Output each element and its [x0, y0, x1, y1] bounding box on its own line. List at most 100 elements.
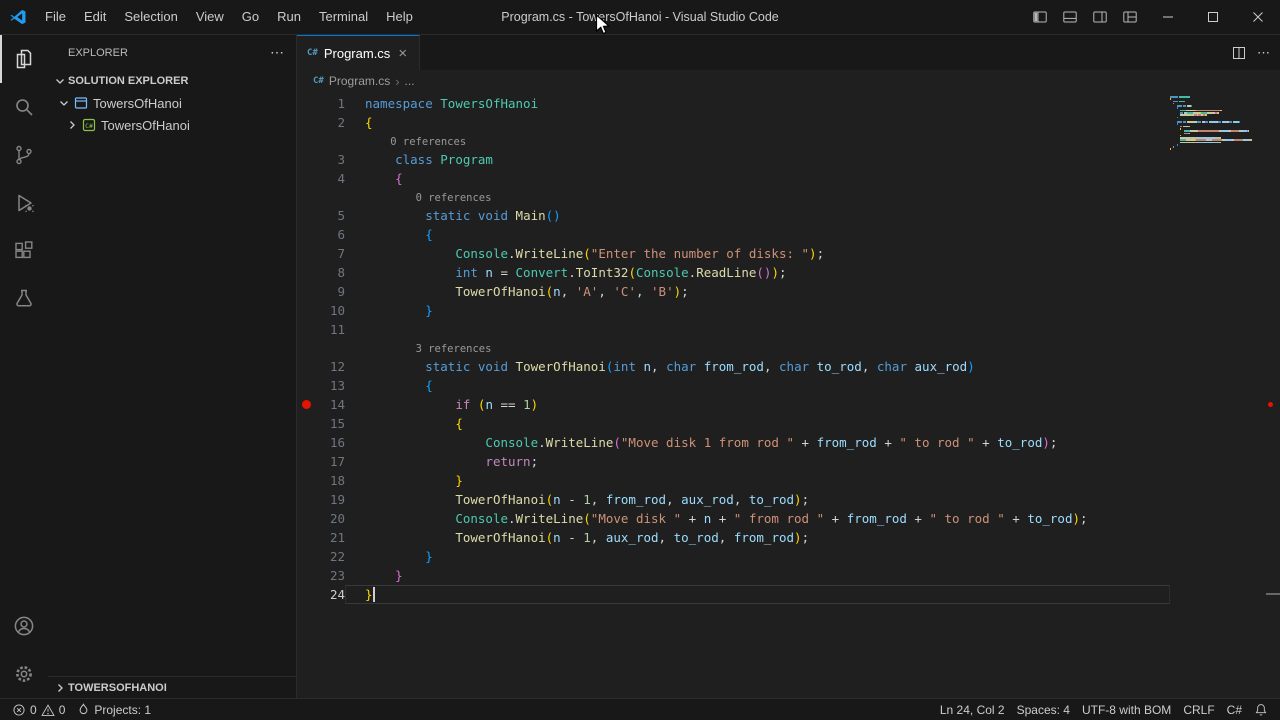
code-line-9[interactable]: 9 TowerOfHanoi(n, 'A', 'C', 'B');: [297, 282, 1170, 301]
code-line-6[interactable]: 6 {: [297, 225, 1170, 244]
code-line-20[interactable]: 20 Console.WriteLine("Move disk " + n + …: [297, 509, 1170, 528]
glyph-margin[interactable]: [297, 263, 315, 282]
toggle-secondary-sidebar-icon[interactable]: [1085, 5, 1115, 29]
menu-terminal[interactable]: Terminal: [310, 0, 377, 34]
toggle-panel-icon[interactable]: [1055, 5, 1085, 29]
code-line-2[interactable]: 2{: [297, 113, 1170, 132]
code-line-5[interactable]: 5 static void Main(): [297, 206, 1170, 225]
code-line-4[interactable]: 4 {: [297, 169, 1170, 188]
code-line-1[interactable]: 1namespace TowersOfHanoi: [297, 94, 1170, 113]
explorer-title: EXPLORER: [68, 47, 128, 59]
close-tab-icon[interactable]: ×: [396, 45, 409, 62]
menu-help[interactable]: Help: [377, 0, 422, 34]
glyph-margin[interactable]: [297, 585, 315, 604]
glyph-margin[interactable]: [297, 244, 315, 263]
breakpoint-icon[interactable]: [297, 395, 315, 414]
breadcrumb-symbol[interactable]: ...: [405, 74, 415, 88]
minimap[interactable]: [1170, 96, 1266, 698]
overview-ruler[interactable]: [1266, 92, 1280, 698]
breadcrumb-file[interactable]: Program.cs: [329, 74, 390, 88]
glyph-margin[interactable]: [297, 301, 315, 320]
maximize-button[interactable]: [1190, 0, 1235, 35]
cursor-position-status[interactable]: Ln 24, Col 2: [934, 699, 1011, 720]
activitybar-source-control-icon[interactable]: [0, 131, 48, 179]
menu-selection[interactable]: Selection: [115, 0, 186, 34]
glyph-margin[interactable]: [297, 150, 315, 169]
glyph-margin[interactable]: [297, 528, 315, 547]
code-line-24[interactable]: 24}: [297, 585, 1170, 604]
activitybar-search-icon[interactable]: [0, 83, 48, 131]
activitybar-settings-icon[interactable]: [0, 650, 48, 698]
code-line-19[interactable]: 19 TowerOfHanoi(n - 1, from_rod, aux_rod…: [297, 490, 1170, 509]
section-towersofhanoi[interactable]: TOWERSOFHANOI: [48, 676, 296, 698]
codelens-references[interactable]: 3 references: [297, 339, 1170, 357]
code-line-10[interactable]: 10 }: [297, 301, 1170, 320]
menu-view[interactable]: View: [187, 0, 233, 34]
encoding-status[interactable]: UTF-8 with BOM: [1076, 699, 1177, 720]
split-editor-icon[interactable]: [1231, 45, 1247, 61]
codelens-references[interactable]: 0 references: [297, 188, 1170, 206]
csharp-file-icon: C#: [307, 49, 318, 58]
section-solution-explorer[interactable]: SOLUTION EXPLORER: [48, 70, 296, 92]
menu-go[interactable]: Go: [233, 0, 268, 34]
editor-more-actions-icon[interactable]: ⋯: [1257, 45, 1270, 61]
glyph-margin[interactable]: [297, 414, 315, 433]
code-line-15[interactable]: 15 {: [297, 414, 1170, 433]
csharp-projects-status[interactable]: Projects: 1: [71, 699, 157, 720]
code-line-8[interactable]: 8 int n = Convert.ToInt32(Console.ReadLi…: [297, 263, 1170, 282]
code-editor[interactable]: 1namespace TowersOfHanoi2{ 0 references3…: [297, 92, 1280, 698]
code-line-21[interactable]: 21 TowerOfHanoi(n - 1, aux_rod, to_rod, …: [297, 528, 1170, 547]
code-line-23[interactable]: 23 }: [297, 566, 1170, 585]
glyph-margin[interactable]: [297, 206, 315, 225]
code-line-17[interactable]: 17 return;: [297, 452, 1170, 471]
more-actions-icon[interactable]: ⋯: [270, 44, 284, 61]
menu-file[interactable]: File: [36, 0, 75, 34]
glyph-margin[interactable]: [297, 94, 315, 113]
code-line-3[interactable]: 3 class Program: [297, 150, 1170, 169]
code-line-16[interactable]: 16 Console.WriteLine("Move disk 1 from r…: [297, 433, 1170, 452]
glyph-margin[interactable]: [297, 113, 315, 132]
tree-item-towersofhanoi-l0[interactable]: TowersOfHanoi: [48, 92, 296, 114]
activitybar-testing-icon[interactable]: [0, 275, 48, 323]
code-line-12[interactable]: 12 static void TowerOfHanoi(int n, char …: [297, 357, 1170, 376]
notifications-status[interactable]: [1248, 699, 1274, 720]
code-line-14[interactable]: 14 if (n == 1): [297, 395, 1170, 414]
code-line-18[interactable]: 18 }: [297, 471, 1170, 490]
activitybar-explorer-icon[interactable]: [0, 35, 48, 83]
eol-status[interactable]: CRLF: [1177, 699, 1220, 720]
glyph-margin[interactable]: [297, 566, 315, 585]
editor-area: C# Program.cs × ⋯ C# Program.cs › ... 1n…: [297, 35, 1280, 698]
tab-program-cs[interactable]: C# Program.cs ×: [297, 35, 420, 70]
glyph-margin[interactable]: [297, 452, 315, 471]
language-mode-status[interactable]: C#: [1221, 699, 1248, 720]
glyph-margin[interactable]: [297, 376, 315, 395]
menu-edit[interactable]: Edit: [75, 0, 115, 34]
error-icon: [12, 703, 26, 717]
glyph-margin[interactable]: [297, 509, 315, 528]
toggle-primary-sidebar-icon[interactable]: [1025, 5, 1055, 29]
glyph-margin[interactable]: [297, 471, 315, 490]
glyph-margin[interactable]: [297, 320, 315, 339]
glyph-margin[interactable]: [297, 547, 315, 566]
code-line-7[interactable]: 7 Console.WriteLine("Enter the number of…: [297, 244, 1170, 263]
glyph-margin[interactable]: [297, 169, 315, 188]
activitybar-run-debug-icon[interactable]: [0, 179, 48, 227]
customize-layout-icon[interactable]: [1115, 5, 1145, 29]
glyph-margin[interactable]: [297, 357, 315, 376]
code-line-13[interactable]: 13 {: [297, 376, 1170, 395]
close-window-button[interactable]: [1235, 0, 1280, 35]
glyph-margin[interactable]: [297, 433, 315, 452]
activitybar-accounts-icon[interactable]: [0, 602, 48, 650]
problems-status[interactable]: 0 0: [6, 699, 71, 720]
tree-item-towersofhanoi-l1[interactable]: C#TowersOfHanoi: [48, 114, 296, 136]
code-line-11[interactable]: 11: [297, 320, 1170, 339]
glyph-margin[interactable]: [297, 282, 315, 301]
glyph-margin[interactable]: [297, 490, 315, 509]
minimize-button[interactable]: [1145, 0, 1190, 35]
code-line-22[interactable]: 22 }: [297, 547, 1170, 566]
indentation-status[interactable]: Spaces: 4: [1011, 699, 1076, 720]
glyph-margin[interactable]: [297, 225, 315, 244]
activitybar-extensions-icon[interactable]: [0, 227, 48, 275]
menu-run[interactable]: Run: [268, 0, 310, 34]
codelens-references[interactable]: 0 references: [297, 132, 1170, 150]
